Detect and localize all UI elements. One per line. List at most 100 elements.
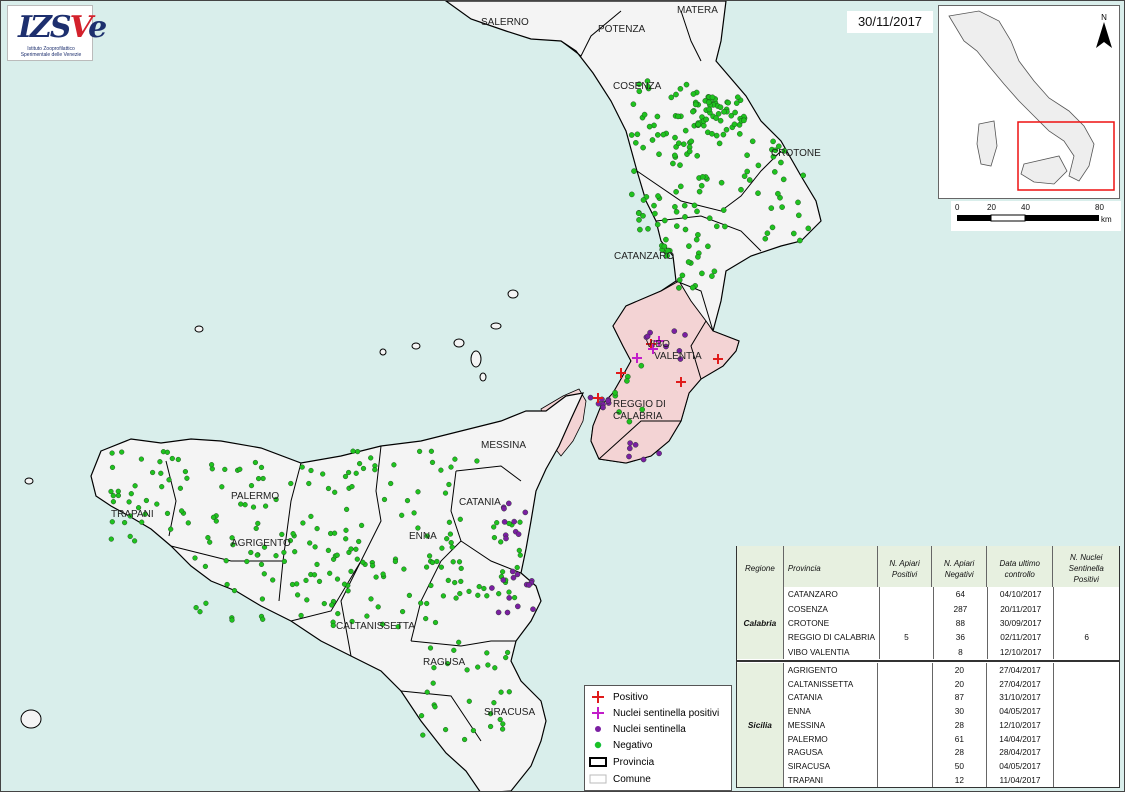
- positivi-cell: [877, 731, 933, 746]
- apiary-point: [706, 215, 713, 221]
- data-cell: 30/09/2017: [986, 615, 1054, 631]
- apiary-point: [505, 500, 512, 507]
- apiary-point: [675, 113, 681, 120]
- provincia-cell: SIRACUSA: [787, 761, 831, 772]
- apiary-point: [132, 538, 138, 544]
- green-dot-icon: [589, 739, 607, 751]
- province-label-enna: ENNA: [409, 531, 437, 542]
- apiary-point: [329, 602, 335, 608]
- data-cell: 12/10/2017: [986, 644, 1054, 659]
- apiary-point: [321, 600, 327, 607]
- apiary-point: [505, 649, 511, 656]
- apiary-point: [359, 522, 365, 529]
- provincia-cell: AGRIGENTO: [787, 664, 838, 675]
- apiary-point: [682, 226, 689, 233]
- apiary-point: [458, 565, 464, 572]
- apiary-point: [498, 689, 504, 695]
- apiary-point: [514, 571, 521, 578]
- apiary-point: [273, 553, 279, 559]
- apiary-point: [417, 448, 423, 455]
- apiary-point: [672, 203, 678, 210]
- apiary-point: [689, 284, 696, 291]
- sentinella-cell: [1052, 676, 1119, 691]
- apiary-point: [475, 592, 481, 598]
- apiary-point: [300, 520, 306, 526]
- apiary-point: [631, 168, 637, 174]
- apiary-point: [640, 456, 647, 463]
- apiary-point: [506, 595, 513, 601]
- province-label-salerno: SALERNO: [481, 17, 529, 28]
- purple-dot-icon: [589, 723, 607, 735]
- apiary-point: [654, 221, 661, 228]
- apiary-point: [150, 469, 156, 476]
- apiary-point: [691, 202, 698, 209]
- apiary-point: [260, 616, 266, 622]
- apiary-point: [640, 197, 647, 203]
- negativi-cell: 36: [932, 630, 988, 645]
- apiary-point: [353, 546, 359, 552]
- apiary-point: [681, 141, 687, 147]
- apiary-point: [424, 689, 430, 695]
- apiary-point: [109, 519, 115, 525]
- negativi-cell: 28: [931, 745, 987, 760]
- apiary-point: [517, 552, 523, 558]
- apiary-point: [722, 223, 728, 230]
- sentinella-cell: [1053, 587, 1119, 602]
- apiary-point: [445, 577, 451, 584]
- thick-box-icon: [589, 756, 607, 768]
- sentinella-cell: [1052, 690, 1119, 705]
- apiary-point: [175, 456, 181, 463]
- apiary-point: [673, 188, 679, 195]
- data-cell: 14/04/2017: [986, 731, 1054, 746]
- apiary-point: [164, 510, 171, 517]
- apiary-point: [258, 561, 265, 568]
- apiary-point: [298, 612, 304, 619]
- th-data: Data ultimo controllo: [986, 546, 1054, 591]
- apiary-point: [457, 516, 463, 522]
- apiary-point: [400, 608, 406, 615]
- apiary-point: [645, 225, 651, 232]
- apiary-point: [633, 139, 639, 146]
- apiary-point: [703, 116, 710, 123]
- apiary-point: [253, 525, 259, 532]
- apiary-point: [110, 499, 117, 505]
- apiary-point: [263, 503, 269, 509]
- apiary-point: [709, 273, 715, 279]
- apiary-point: [485, 662, 491, 668]
- sentinella-cell: [1052, 745, 1119, 760]
- apiary-point: [714, 223, 720, 230]
- apiary-point: [238, 501, 244, 507]
- apiary-point: [696, 188, 703, 195]
- data-cell: 20/11/2017: [986, 601, 1054, 616]
- apiary-point: [741, 173, 748, 179]
- apiary-point: [686, 148, 693, 155]
- negativi-cell: 87: [931, 690, 987, 705]
- apiary-point: [164, 449, 171, 455]
- apiary-point: [500, 726, 506, 732]
- apiary-point: [401, 566, 407, 572]
- apiary-point: [213, 518, 219, 524]
- apiary-point: [627, 445, 633, 452]
- apiary-point: [452, 456, 458, 462]
- apiary-point: [699, 174, 706, 180]
- negativi-cell: 88: [932, 615, 988, 631]
- apiary-point: [314, 561, 320, 568]
- apiary-point: [795, 199, 801, 206]
- apiary-point: [388, 480, 394, 487]
- apiary-point: [341, 581, 348, 587]
- table-row: ENNA 30 04/05/2017: [737, 704, 1119, 719]
- apiary-point: [449, 544, 455, 550]
- apiary-point: [690, 91, 697, 97]
- apiary-point: [661, 243, 668, 250]
- apiary-point: [308, 513, 314, 520]
- positivi-cell: [878, 615, 934, 631]
- sentinella-cell: [1052, 759, 1119, 774]
- apiary-point: [299, 464, 305, 470]
- apiary-point: [668, 94, 675, 101]
- apiary-point: [772, 169, 778, 175]
- sentinella-cell: [1052, 718, 1119, 732]
- apiary-point: [779, 204, 785, 210]
- apiary-point: [682, 127, 689, 134]
- positivi-cell: [877, 773, 933, 787]
- apiary-point: [662, 217, 668, 224]
